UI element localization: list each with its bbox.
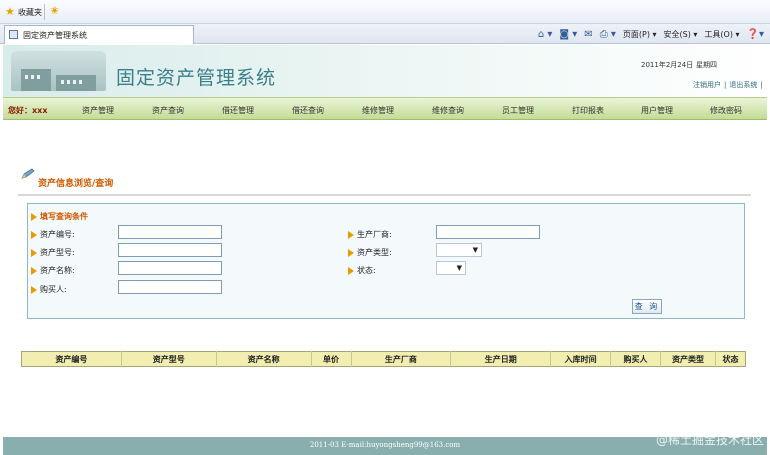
asset-type-select[interactable]: ▼ bbox=[436, 243, 482, 257]
column-header[interactable]: 资产名称 bbox=[216, 351, 312, 367]
nav-asset-management[interactable]: 资产管理 bbox=[82, 105, 114, 116]
arrow-icon bbox=[348, 266, 354, 275]
asset-no-label: 资产编号: bbox=[31, 229, 75, 240]
arrow-icon bbox=[31, 248, 37, 257]
asset-type-label: 资产类型: bbox=[348, 247, 392, 258]
column-header[interactable]: 资产型号 bbox=[121, 351, 217, 367]
arrow-icon bbox=[348, 248, 354, 257]
asset-name-label: 资产名称: bbox=[31, 265, 75, 276]
safety-menu[interactable]: 安全(S) ▾ bbox=[664, 29, 698, 40]
tab-bar: 固定资产管理系统 ⌂ ▾ ◙ ▾ ✉ ⎙ ▾ 页面(P) ▾ 安全(S) ▾ 工… bbox=[0, 24, 770, 44]
main-nav: 您好：xxx 资产管理 资产查询 借还管理 借还查询 维修管理 维修查询 员工管… bbox=[3, 97, 767, 120]
asset-model-input[interactable] bbox=[118, 243, 222, 257]
favorites-bar: ★ 收藏夹 ✬ bbox=[0, 0, 770, 24]
nav-change-password[interactable]: 修改密码 bbox=[710, 105, 742, 116]
page-icon bbox=[9, 30, 18, 39]
command-bar: ⌂ ▾ ◙ ▾ ✉ ⎙ ▾ 页面(P) ▾ 安全(S) ▾ 工具(O) ▾ ❓▾ bbox=[538, 25, 764, 43]
asset-name-input[interactable] bbox=[118, 261, 222, 275]
arrow-icon bbox=[31, 285, 37, 294]
browser-tab[interactable]: 固定资产管理系统 bbox=[4, 25, 194, 44]
buyer-input[interactable] bbox=[118, 280, 222, 294]
nav-borrow-query[interactable]: 借还查询 bbox=[292, 105, 324, 116]
watermark: @稀土掘金技术社区 bbox=[655, 433, 764, 447]
column-header[interactable]: 购买人 bbox=[610, 351, 662, 367]
favorites-star-icon[interactable]: ★ bbox=[5, 5, 15, 18]
home-icon[interactable]: ⌂ ▾ bbox=[538, 29, 553, 40]
chevron-down-icon: ▼ bbox=[456, 264, 462, 272]
footer-copyright: 2011-03 E-mail:huyongsheng99@163.com bbox=[309, 441, 461, 449]
current-weekday: 星期四 bbox=[696, 61, 717, 69]
arrow-icon bbox=[348, 230, 354, 239]
status-select[interactable]: ▼ bbox=[436, 261, 466, 275]
tab-title: 固定资产管理系统 bbox=[23, 31, 87, 40]
header-banner: 固定资产管理系统 2011年2月24日 星期四 注销用户 | 退出系统 | bbox=[3, 45, 767, 97]
results-table: 资产编号 资产型号 资产名称 单价 生产厂商 生产日期 入库时间 购买人 资产类… bbox=[21, 351, 746, 367]
arrow-icon bbox=[31, 230, 37, 239]
page-footer: 2011-03 E-mail:huyongsheng99@163.com bbox=[3, 437, 767, 455]
link-separator: | bbox=[760, 81, 763, 89]
user-links: 注销用户 | 退出系统 | bbox=[693, 80, 766, 90]
user-greeting: 您好：xxx bbox=[8, 106, 48, 115]
chevron-down-icon: ▼ bbox=[472, 246, 478, 254]
nav-repair-query[interactable]: 维修查询 bbox=[432, 105, 464, 116]
mail-icon[interactable]: ✉ bbox=[584, 29, 592, 40]
query-panel: 填写查询条件 资产编号: 资产型号: 资产名称: 购买人: 生产厂商: 资产类型… bbox=[27, 203, 745, 319]
feeds-icon[interactable]: ◙ ▾ bbox=[559, 29, 577, 40]
column-header[interactable]: 入库时间 bbox=[550, 351, 612, 367]
logout-user-link[interactable]: 注销用户 bbox=[693, 81, 721, 89]
query-heading: 填写查询条件 bbox=[31, 211, 88, 222]
nav-repair-management[interactable]: 维修管理 bbox=[362, 105, 394, 116]
arrow-icon bbox=[31, 212, 37, 221]
nav-borrow-management[interactable]: 借还管理 bbox=[222, 105, 254, 116]
column-header[interactable]: 生产日期 bbox=[450, 351, 552, 367]
add-favorite-icon[interactable]: ✬ bbox=[50, 4, 59, 17]
building-logo-icon bbox=[11, 51, 106, 91]
current-date: 2011年2月24日 bbox=[641, 61, 694, 69]
search-button[interactable]: 查 询 bbox=[632, 299, 662, 314]
manufacturer-label: 生产厂商: bbox=[348, 229, 392, 240]
section-title: 资产信息浏览/查询 bbox=[38, 179, 114, 189]
manufacturer-input[interactable] bbox=[436, 225, 540, 239]
link-separator: | bbox=[724, 81, 727, 89]
page-menu[interactable]: 页面(P) ▾ bbox=[623, 29, 657, 40]
exit-system-link[interactable]: 退出系统 bbox=[729, 81, 757, 89]
asset-model-label: 资产型号: bbox=[31, 247, 75, 258]
table-header-row: 资产编号 资产型号 资产名称 单价 生产厂商 生产日期 入库时间 购买人 资产类… bbox=[21, 351, 746, 367]
column-header[interactable]: 资产编号 bbox=[21, 351, 122, 367]
pencil-icon bbox=[21, 168, 35, 179]
nav-print-report[interactable]: 打印报表 bbox=[572, 105, 604, 116]
nav-asset-query[interactable]: 资产查询 bbox=[152, 105, 184, 116]
column-header[interactable]: 状态 bbox=[715, 352, 745, 367]
favorites-button[interactable]: 收藏夹 bbox=[18, 7, 42, 18]
column-header[interactable]: 生产厂商 bbox=[351, 351, 452, 367]
status-label: 状态: bbox=[348, 265, 376, 276]
column-header[interactable]: 资产类型 bbox=[660, 351, 716, 367]
print-icon[interactable]: ⎙ ▾ bbox=[600, 29, 616, 40]
help-icon[interactable]: ❓▾ bbox=[747, 29, 764, 40]
section-divider bbox=[18, 194, 751, 196]
system-title: 固定资产管理系统 bbox=[116, 67, 277, 89]
nav-employee-management[interactable]: 员工管理 bbox=[502, 105, 534, 116]
column-header[interactable]: 单价 bbox=[311, 351, 352, 367]
asset-no-input[interactable] bbox=[118, 225, 222, 239]
buyer-label: 购买人: bbox=[31, 284, 67, 295]
tools-menu[interactable]: 工具(O) ▾ bbox=[704, 29, 739, 40]
arrow-icon bbox=[31, 266, 37, 275]
nav-user-management[interactable]: 用户管理 bbox=[641, 105, 673, 116]
toolbar-separator bbox=[44, 4, 45, 20]
